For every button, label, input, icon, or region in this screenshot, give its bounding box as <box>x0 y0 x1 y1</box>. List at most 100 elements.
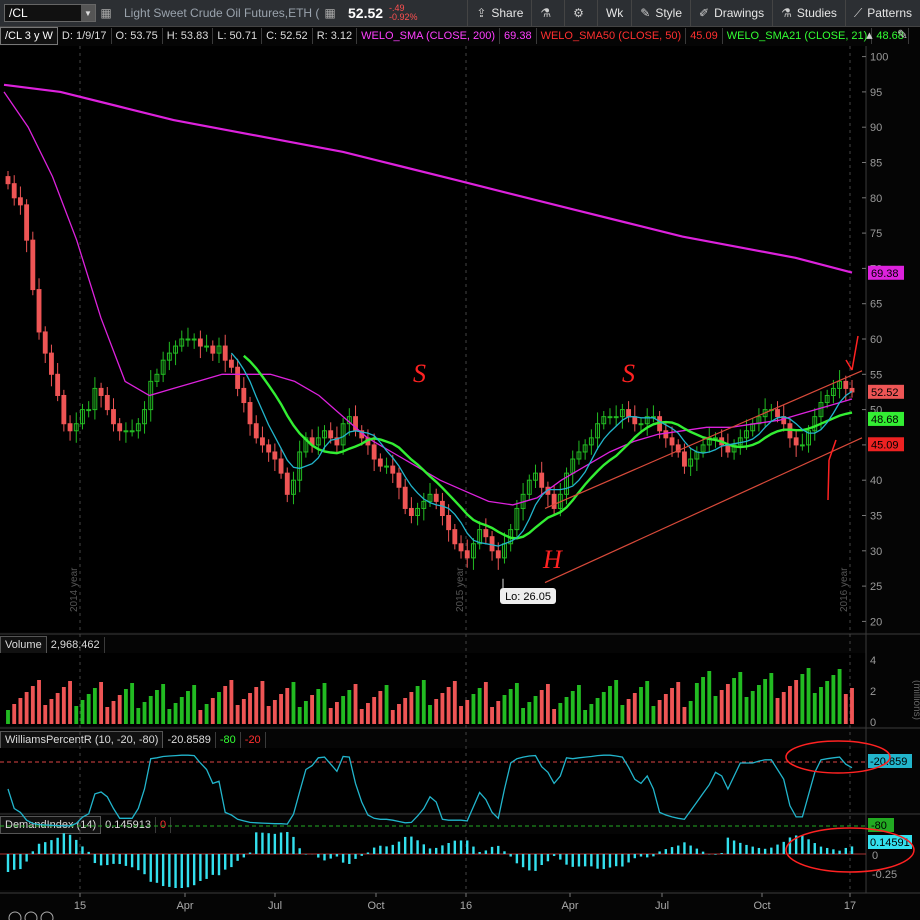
candle <box>582 444 588 453</box>
candle <box>433 493 439 502</box>
candle <box>135 423 141 432</box>
volume-label[interactable]: Volume <box>0 636 47 654</box>
demand-bar <box>819 846 823 854</box>
volume-bar <box>155 690 159 724</box>
candle <box>446 515 452 531</box>
candle <box>675 444 681 453</box>
volume-axis-label: 4 <box>870 655 876 667</box>
candle <box>260 437 265 446</box>
style-button[interactable]: ✎ Style <box>631 0 690 26</box>
candle <box>253 423 259 439</box>
candle <box>756 416 762 425</box>
price-label-box-1 <box>868 384 904 399</box>
bar-low: L: 50.71 <box>213 28 263 44</box>
volume-bar <box>285 688 290 724</box>
demand-bar <box>621 854 624 867</box>
williams-level-20: -20 <box>241 732 266 748</box>
demand-bar <box>192 854 196 886</box>
candle <box>750 423 756 432</box>
demand-bar <box>801 835 804 854</box>
x-tick-label: Oct <box>367 900 384 912</box>
volume-bar <box>825 681 830 724</box>
candle <box>719 437 725 446</box>
demand-bar <box>838 850 841 854</box>
demand-bar <box>93 854 97 864</box>
edit-icon[interactable]: ✎ <box>897 27 908 43</box>
x-tick-label: Jul <box>655 900 669 912</box>
candle <box>179 338 185 347</box>
symbol-period[interactable]: /CL 3 y W <box>0 27 58 45</box>
candle <box>24 204 30 241</box>
x-tick-label: 15 <box>74 900 86 912</box>
candle <box>601 416 607 425</box>
volume-bar <box>136 708 141 724</box>
x-tick-label: 17 <box>844 900 856 912</box>
grid-icon[interactable]: ▦ <box>96 6 116 20</box>
demand-bar <box>751 846 754 854</box>
demand-bar <box>99 854 103 866</box>
demand-bar <box>521 854 525 868</box>
demand-bar <box>720 852 723 854</box>
bar-high: H: 53.83 <box>163 28 214 44</box>
candle <box>396 472 402 488</box>
demand-bar <box>379 845 382 854</box>
volume-bar <box>260 681 265 724</box>
share-button[interactable]: ⇪ Share <box>467 0 531 26</box>
volume-bar <box>241 699 246 724</box>
candle <box>793 437 799 446</box>
candle <box>154 373 160 382</box>
y-tick-label: 55 <box>870 369 882 381</box>
price-label-box-3 <box>868 437 904 452</box>
candle <box>427 493 433 502</box>
x-tick-label: 16 <box>460 900 472 912</box>
demand-label[interactable]: DemandIndex (14) <box>0 816 102 834</box>
candle <box>129 430 135 433</box>
demand-value: 0.145913 <box>101 817 156 833</box>
volume-bar <box>210 698 215 724</box>
demand-bar <box>62 833 66 854</box>
demand-bar <box>701 851 705 854</box>
volume-axis-label: 0 <box>870 717 876 729</box>
volume-bar <box>744 697 749 724</box>
volume-unit-label: (millions) <box>911 680 920 720</box>
price-label: 48.68 <box>871 414 899 426</box>
y-tick-label: 25 <box>870 581 882 593</box>
sma50-label: WELO_SMA50 (CLOSE, 50) <box>537 28 687 44</box>
demand-bar <box>149 854 152 882</box>
grid-icon[interactable]: ▦ <box>320 6 340 20</box>
williams-label[interactable]: WilliamsPercentR (10, -20, -80) <box>0 731 164 749</box>
drawings-button[interactable]: ✐ Drawings <box>690 0 772 26</box>
candle <box>843 380 849 389</box>
demand-bar <box>304 854 308 855</box>
volume-bar <box>341 696 346 724</box>
volume-bar <box>204 704 209 724</box>
candle <box>489 536 495 552</box>
volume-bar <box>55 693 60 724</box>
demand-bar <box>739 842 742 854</box>
candle <box>303 437 309 453</box>
patterns-button[interactable]: ⟋ Patterns <box>844 0 920 26</box>
demand-bar <box>372 847 376 854</box>
demand-axis-label: -0.25 <box>872 869 897 881</box>
chevron-down-icon[interactable]: ▼ <box>81 5 95 21</box>
demand-bar <box>670 847 674 854</box>
candle <box>309 437 315 446</box>
candle <box>92 387 98 411</box>
demand-zero: 0 <box>156 817 172 833</box>
studies-button[interactable]: ⚗ Studies <box>772 0 845 26</box>
x-tick-label: Oct <box>753 900 770 912</box>
demand-bar <box>428 848 432 854</box>
symbol-selector[interactable]: /CL ▼ <box>4 4 96 22</box>
flask-button[interactable]: ⚗ <box>531 0 564 26</box>
volume-bar <box>465 700 470 724</box>
collapse-icon[interactable]: ▴ <box>866 27 873 43</box>
volume-bar <box>620 705 625 724</box>
timeframe-button[interactable]: Wk <box>596 0 631 26</box>
settings-button[interactable]: ⚙ <box>564 0 597 26</box>
annotation-s: S <box>622 359 635 388</box>
volume-bar <box>378 691 383 724</box>
y-tick-label: 85 <box>870 157 882 169</box>
price-chart[interactable]: 1009590858075706560555045403530252015 Apr… <box>0 0 920 920</box>
candle <box>166 352 172 361</box>
candle <box>408 507 414 517</box>
